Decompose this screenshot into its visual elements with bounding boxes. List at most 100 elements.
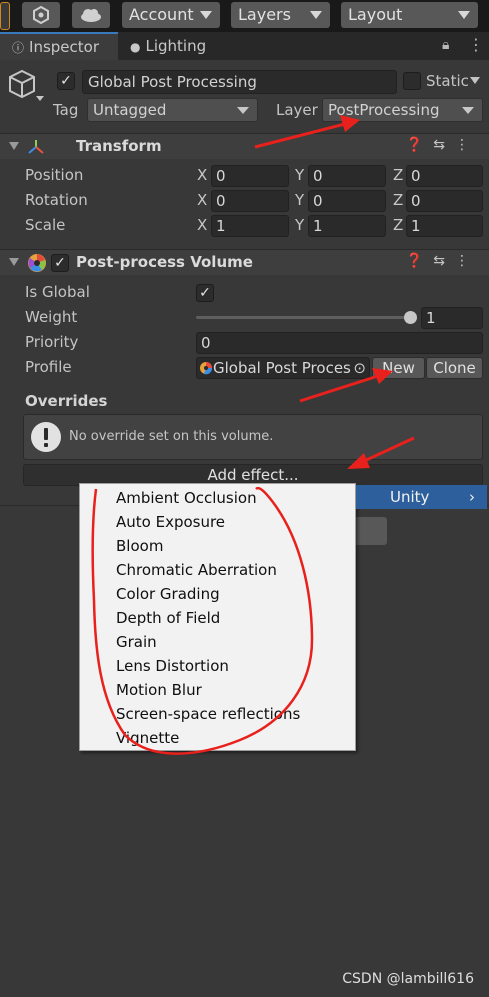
menu-item-bloom[interactable]: Bloom — [116, 536, 163, 556]
static-checkbox[interactable] — [403, 72, 421, 90]
menu-item-unity[interactable]: Unity › — [356, 485, 487, 509]
info-icon: ⓘ — [12, 41, 25, 55]
unity-submenu-label: Unity — [390, 488, 430, 506]
menu-item-screen-space-reflections[interactable]: Screen-space reflections — [116, 704, 300, 724]
cloud-button[interactable] — [72, 2, 110, 28]
more-options-icon[interactable]: ⋮ — [468, 35, 484, 54]
tab-lighting[interactable]: ● Lighting — [118, 32, 228, 60]
add-effect-menu: Ambient Occlusion Auto Exposure Bloom Ch… — [79, 483, 356, 751]
position-z-value: 0 — [411, 167, 421, 185]
rotation-x-field[interactable]: 0 — [211, 190, 289, 212]
tag-dropdown[interactable]: Untagged — [87, 98, 258, 122]
menu-item-color-grading[interactable]: Color Grading — [116, 584, 220, 604]
axis-z-label: Z — [393, 216, 404, 234]
top-toolbar: Account Layers Layout — [0, 0, 489, 32]
layers-label: Layers — [238, 5, 291, 24]
axis-y-label: Y — [295, 216, 305, 234]
position-y-value: 0 — [313, 167, 323, 185]
priority-field[interactable]: 0 — [196, 332, 483, 354]
scale-z-value: 1 — [411, 217, 421, 235]
rotation-z-field[interactable]: 0 — [406, 190, 483, 212]
object-picker-icon[interactable]: ⊙ — [353, 358, 366, 378]
gameobject-cube-icon[interactable] — [6, 68, 46, 108]
is-global-label: Is Global — [25, 283, 90, 301]
foldout-arrow-icon[interactable] — [9, 142, 19, 150]
scale-z-field[interactable]: 1 — [406, 215, 483, 237]
axis-x-label: X — [197, 166, 208, 184]
rotation-z-value: 0 — [411, 192, 421, 210]
post-process-volume-title: Post-process Volume — [76, 253, 253, 271]
warning-info-icon — [31, 422, 61, 452]
no-override-text: No override set on this volume. — [69, 429, 274, 444]
position-label: Position — [25, 166, 84, 184]
scale-x-value: 1 — [216, 217, 226, 235]
layout-dropdown[interactable]: Layout — [341, 2, 478, 28]
menu-item-lens-distortion[interactable]: Lens Distortion — [116, 656, 229, 676]
tag-label: Tag — [53, 101, 79, 119]
account-dropdown[interactable]: Account — [122, 2, 220, 28]
tab-inspector[interactable]: ⓘ Inspector — [0, 32, 118, 60]
menu-item-motion-blur[interactable]: Motion Blur — [116, 680, 202, 700]
gameobject-active-checkbox[interactable]: ✓ — [57, 72, 75, 90]
weight-label: Weight — [25, 308, 78, 326]
transform-title: Transform — [76, 137, 162, 155]
component-header-icons[interactable]: ❓⇆⋮ — [406, 253, 479, 269]
axis-x-label: X — [197, 191, 208, 209]
transform-axes-icon — [28, 140, 44, 154]
menu-item-depth-of-field[interactable]: Depth of Field — [116, 608, 220, 628]
weight-field[interactable]: 1 — [421, 307, 483, 329]
gameobject-name-field[interactable]: Global Post Processing — [82, 70, 397, 94]
axis-x-label: X — [197, 216, 208, 234]
scale-x-field[interactable]: 1 — [211, 215, 289, 237]
chevron-down-icon — [462, 107, 474, 114]
axis-z-label: Z — [393, 191, 404, 209]
foldout-arrow-icon[interactable] — [9, 258, 19, 266]
post-process-volume-icon — [28, 254, 46, 272]
lightbulb-icon: ● — [130, 40, 141, 54]
new-profile-button[interactable]: New — [372, 357, 425, 379]
annotation-arrow-new — [299, 374, 379, 403]
menu-item-ambient-occlusion[interactable]: Ambient Occlusion — [116, 488, 257, 508]
play-mode-edge[interactable] — [0, 2, 10, 30]
post-process-volume-header[interactable]: ✓ Post-process Volume ❓⇆⋮ — [0, 249, 489, 275]
profile-object-field[interactable]: Global Post Proces ⊙ — [196, 357, 370, 379]
axis-y-label: Y — [295, 191, 305, 209]
menu-item-chromatic-aberration[interactable]: Chromatic Aberration — [116, 560, 277, 580]
clone-button-label: Clone — [433, 359, 476, 377]
transform-header[interactable]: Transform ❓⇆⋮ — [0, 133, 489, 159]
position-x-field[interactable]: 0 — [211, 165, 289, 187]
collab-button[interactable] — [22, 2, 60, 28]
axis-y-label: Y — [295, 166, 305, 184]
component-header-icons[interactable]: ❓⇆⋮ — [406, 137, 479, 153]
tag-value: Untagged — [93, 101, 167, 119]
tab-lighting-label: Lighting — [145, 37, 207, 55]
position-x-value: 0 — [216, 167, 226, 185]
menu-item-grain[interactable]: Grain — [116, 632, 157, 652]
scale-y-field[interactable]: 1 — [308, 215, 386, 237]
scale-label: Scale — [25, 216, 66, 234]
new-button-label: New — [382, 359, 415, 377]
tab-inspector-label: Inspector — [29, 38, 99, 56]
lock-icon[interactable]: 🔒︎ — [442, 37, 449, 53]
menu-item-vignette[interactable]: Vignette — [116, 728, 179, 748]
position-z-field[interactable]: 0 — [406, 165, 483, 187]
is-global-checkbox[interactable]: ✓ — [196, 284, 214, 302]
weight-slider-thumb[interactable] — [403, 311, 417, 324]
overrides-heading: Overrides — [25, 392, 108, 410]
static-label: Static — [426, 72, 469, 90]
cloud-icon — [81, 9, 101, 22]
menu-item-auto-exposure[interactable]: Auto Exposure — [116, 512, 225, 532]
weight-slider-track[interactable] — [196, 316, 410, 319]
scale-y-value: 1 — [313, 217, 323, 235]
profile-asset-icon — [200, 362, 213, 375]
window-tab-bar: ⓘ Inspector ● Lighting 🔒︎ ⋮ — [0, 32, 489, 60]
layer-dropdown[interactable]: PostProcessing — [322, 98, 483, 122]
watermark-text: CSDN @lambill616 — [342, 971, 474, 987]
volume-enabled-checkbox[interactable]: ✓ — [51, 254, 69, 272]
layers-dropdown[interactable]: Layers — [231, 2, 330, 28]
position-y-field[interactable]: 0 — [308, 165, 386, 187]
rotation-y-field[interactable]: 0 — [308, 190, 386, 212]
static-dropdown-icon[interactable] — [470, 77, 480, 84]
clone-profile-button[interactable]: Clone — [426, 357, 483, 379]
layout-label: Layout — [348, 5, 403, 24]
